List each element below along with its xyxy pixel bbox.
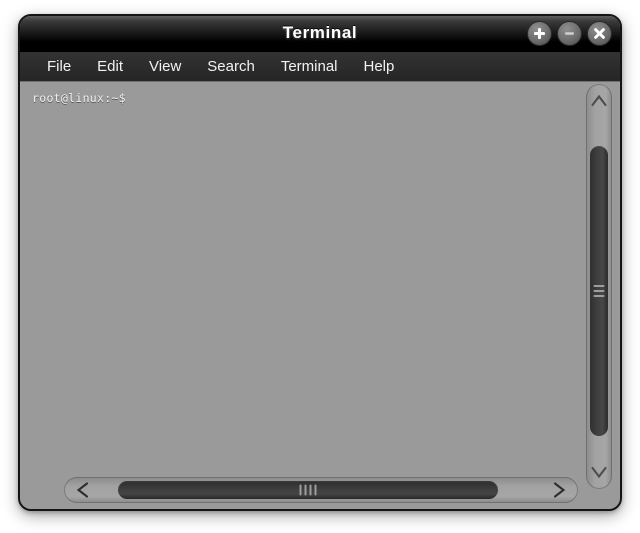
menu-item-terminal[interactable]: Terminal — [268, 56, 351, 78]
menu-item-search[interactable]: Search — [194, 56, 268, 78]
grip-line — [309, 484, 312, 496]
scroll-left-button[interactable] — [66, 477, 100, 503]
horizontal-thumb-grip — [299, 484, 317, 496]
menu-item-help[interactable]: Help — [351, 56, 408, 78]
maximize-button[interactable] — [527, 21, 552, 46]
menu-item-file[interactable]: File — [34, 56, 84, 78]
grip-line — [593, 285, 605, 287]
desktop-background: Terminal File Edit View Search Terminal … — [0, 0, 640, 533]
scroll-right-button[interactable] — [542, 477, 576, 503]
window-body: root@linux:~$ — [20, 82, 620, 509]
terminal-output-area[interactable]: root@linux:~$ — [20, 82, 590, 462]
chevron-left-icon — [76, 482, 89, 498]
terminal-prompt-line: root@linux:~$ — [32, 91, 126, 105]
grip-line — [299, 484, 302, 496]
horizontal-scrollbar-thumb[interactable] — [118, 481, 498, 499]
window-titlebar[interactable]: Terminal — [20, 16, 620, 52]
grip-line — [304, 484, 307, 496]
vertical-scrollbar[interactable] — [586, 84, 612, 489]
minus-icon — [565, 32, 574, 35]
scroll-up-button[interactable] — [586, 86, 612, 116]
menu-item-view[interactable]: View — [136, 56, 194, 78]
grip-line — [314, 484, 317, 496]
window-controls-group — [527, 21, 612, 46]
minimize-button[interactable] — [557, 21, 582, 46]
menu-bar: File Edit View Search Terminal Help — [20, 52, 620, 82]
chevron-up-icon — [591, 94, 607, 107]
grip-line — [593, 290, 605, 292]
scroll-down-button[interactable] — [586, 457, 612, 487]
horizontal-scrollbar[interactable] — [64, 477, 578, 503]
close-icon — [594, 28, 605, 39]
vertical-thumb-grip — [593, 282, 605, 300]
terminal-window: Terminal File Edit View Search Terminal … — [18, 14, 622, 511]
grip-line — [593, 295, 605, 297]
vertical-scrollbar-thumb[interactable] — [590, 146, 608, 436]
chevron-right-icon — [553, 482, 566, 498]
menu-item-edit[interactable]: Edit — [84, 56, 136, 78]
close-button[interactable] — [587, 21, 612, 46]
chevron-down-icon — [591, 466, 607, 479]
plus-icon — [534, 28, 545, 39]
